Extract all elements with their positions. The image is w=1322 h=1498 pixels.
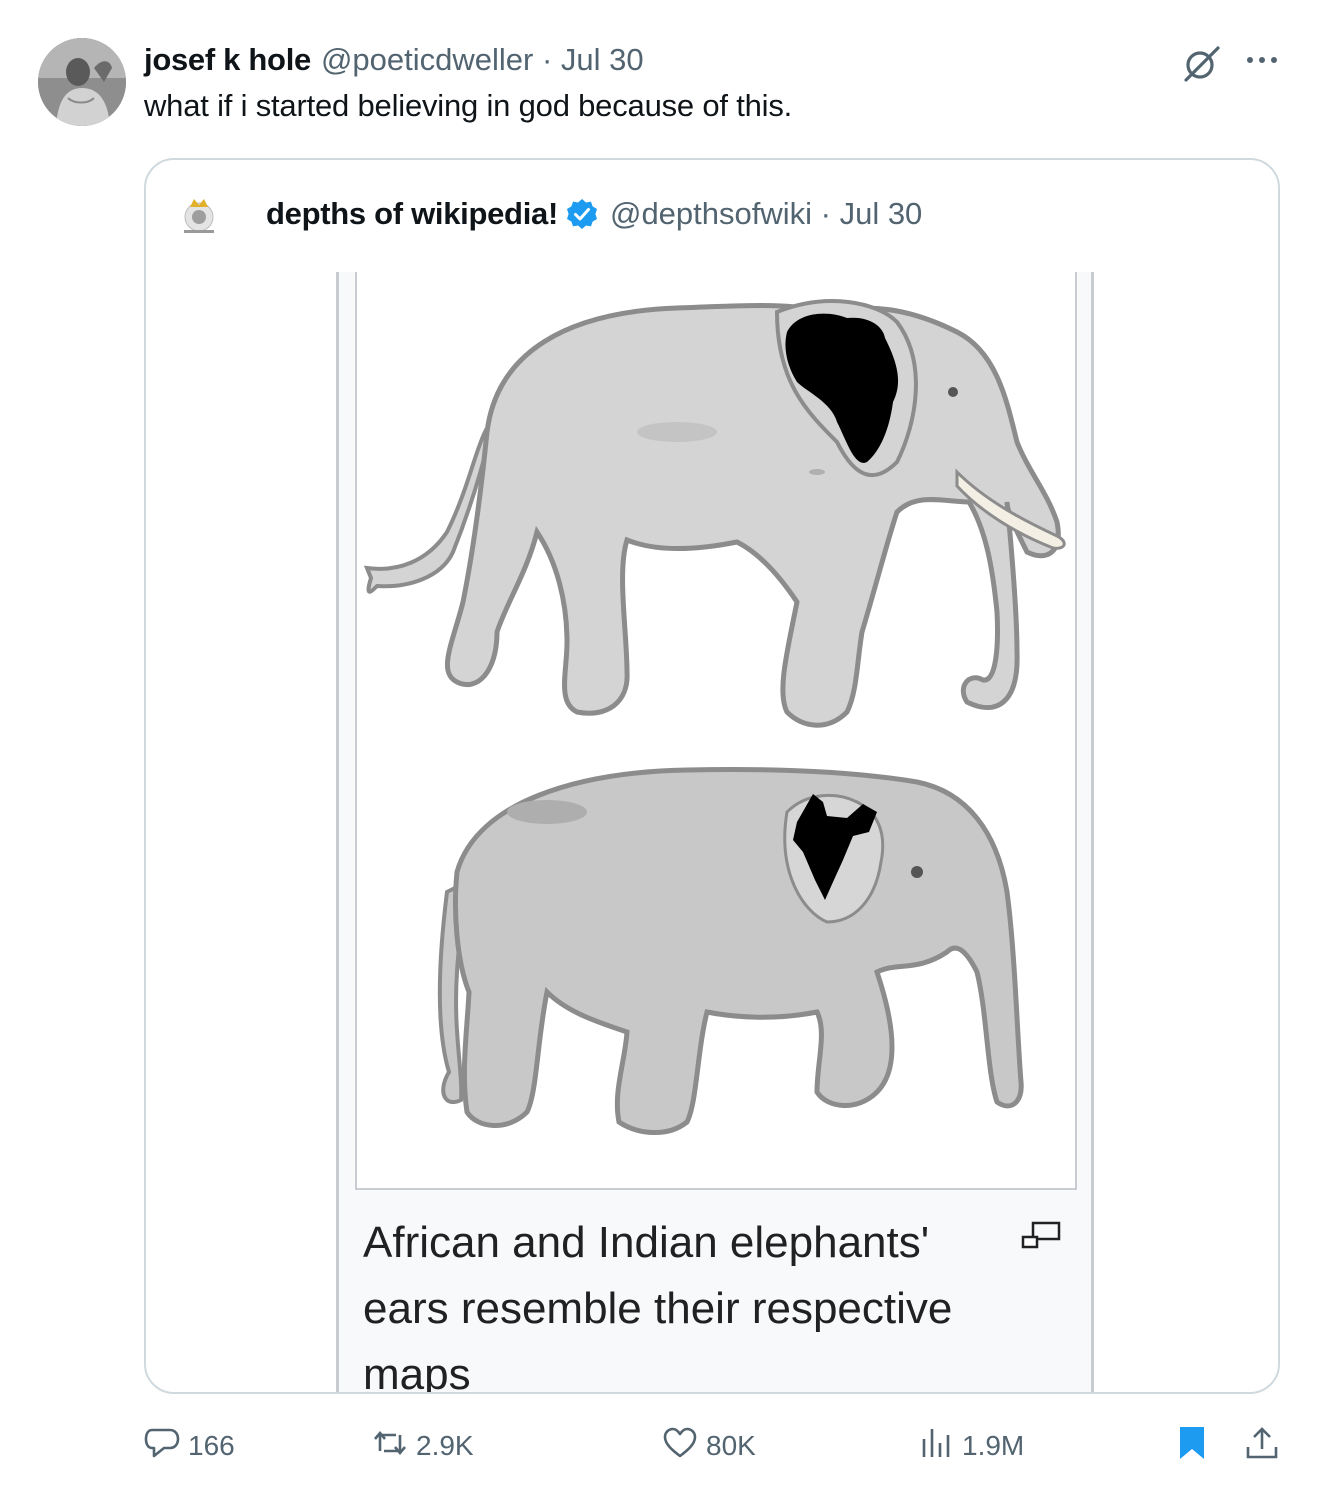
like-count: 80K (706, 1430, 756, 1461)
tweet[interactable]: josef k hole @poeticdweller · Jul 30 wha… (0, 0, 1322, 1498)
quoted-author-name[interactable]: depths of wikipedia! (266, 196, 558, 232)
repost-count: 2.9K (416, 1430, 474, 1461)
more-icon[interactable] (1244, 50, 1280, 75)
wikipedia-caption: African and Indian elephants' ears resem… (363, 1218, 953, 1394)
reply-count: 166 (188, 1430, 235, 1461)
quoted-handle-and-date[interactable]: @depthsofwiki · Jul 30 (610, 196, 922, 232)
wikipedia-embed: African and Indian elephants' ears resem… (336, 272, 1094, 1394)
like-button[interactable]: 80K (662, 1424, 756, 1468)
reply-icon (144, 1425, 188, 1468)
reply-button[interactable]: 166 (144, 1424, 235, 1468)
quoted-tweet-card[interactable]: depths of wikipedia! @depthsofwiki · Jul… (144, 158, 1280, 1394)
tweet-text: what if i started believing in god becau… (144, 88, 793, 123)
tweet-action-bar: 166 2.9K 80K 1.9M (144, 1424, 1284, 1468)
quoted-tweet-header: depths of wikipedia! @depthsofwiki · Jul… (178, 192, 922, 236)
views-button[interactable]: 1.9M (918, 1424, 1024, 1468)
indian-elephant-drawing (437, 767, 1024, 1136)
views-count: 1.9M (962, 1430, 1025, 1461)
repost-button[interactable]: 2.9K (372, 1424, 474, 1468)
elephants-illustration[interactable] (355, 272, 1077, 1190)
grok-icon[interactable] (1182, 44, 1222, 89)
share-icon (1244, 1425, 1288, 1468)
like-icon (662, 1425, 706, 1468)
author-avatar[interactable] (38, 38, 126, 126)
tweet-header: josef k hole @poeticdweller · Jul 30 (144, 40, 644, 80)
enlarge-icon[interactable] (1019, 1220, 1063, 1255)
repost-icon (372, 1425, 416, 1468)
african-elephant-drawing (363, 299, 1066, 728)
bookmark-icon (1174, 1425, 1218, 1468)
views-icon (918, 1425, 962, 1468)
author-handle-and-date[interactable]: @poeticdweller · Jul 30 (321, 42, 644, 78)
quoted-author-avatar[interactable] (178, 193, 220, 235)
author-name[interactable]: josef k hole (144, 42, 311, 78)
bookmark-button[interactable] (1174, 1424, 1218, 1468)
verified-badge-icon (566, 198, 598, 230)
share-button[interactable] (1244, 1424, 1288, 1468)
